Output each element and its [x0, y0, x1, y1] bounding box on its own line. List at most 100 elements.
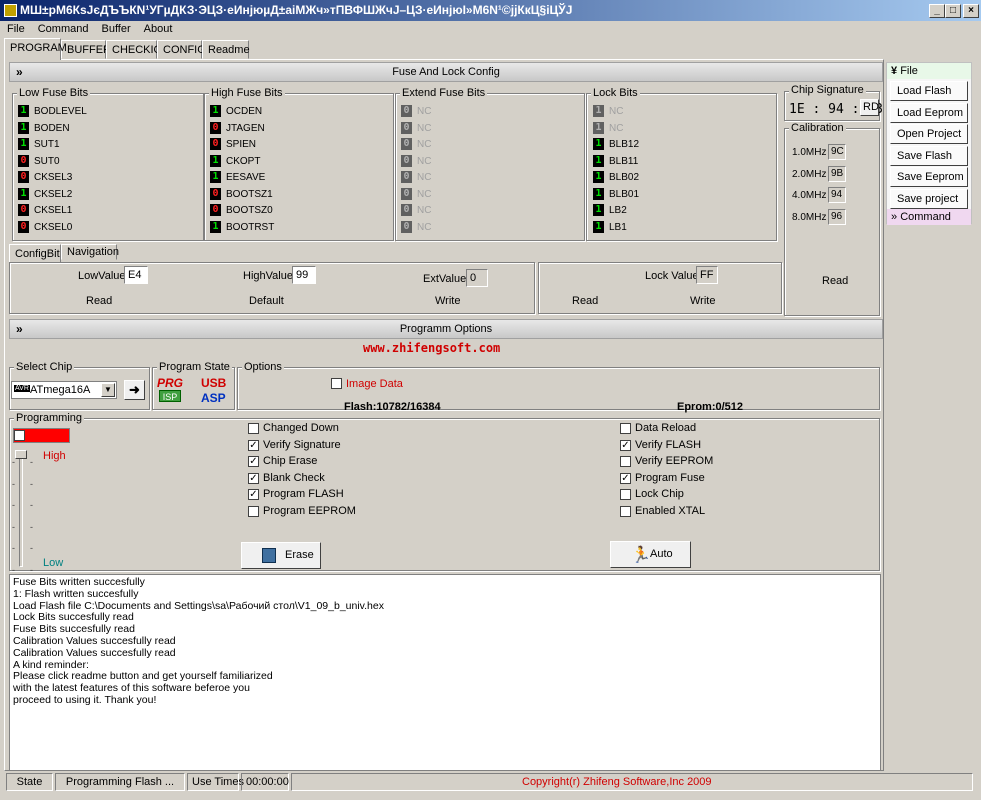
- fuse-bit-toggle[interactable]: 0: [210, 187, 221, 200]
- tab-navigation[interactable]: Navigation: [61, 244, 119, 260]
- fuse-bit-toggle[interactable]: 1: [593, 220, 604, 233]
- fuse-bit-toggle[interactable]: 0: [401, 220, 412, 233]
- fuse-bit-toggle[interactable]: 0: [18, 204, 29, 216]
- tab-readme[interactable]: Readme: [202, 40, 250, 59]
- fuse-bit-toggle[interactable]: 1: [18, 187, 29, 200]
- menu-command[interactable]: Command: [31, 21, 95, 35]
- fuse-bit-toggle[interactable]: 0: [401, 187, 412, 200]
- fuse-bit-toggle[interactable]: 0: [401, 138, 412, 150]
- minimize-button[interactable]: _: [929, 4, 945, 18]
- fuse-bit-toggle[interactable]: 0: [18, 220, 29, 233]
- fuse-bit-toggle[interactable]: 0: [18, 154, 29, 167]
- calibration-value[interactable]: 9B: [828, 165, 846, 182]
- sidebar-button[interactable]: Save project: [890, 188, 968, 209]
- tab-configbit[interactable]: ConfigBit: [9, 244, 61, 262]
- sidebar-button[interactable]: Save Flash: [890, 145, 968, 166]
- sidebar-button[interactable]: Save Eeprom: [890, 167, 968, 187]
- fuse-bit-toggle[interactable]: 0: [210, 121, 221, 134]
- option-checkbox[interactable]: ✓: [620, 439, 631, 451]
- speed-slider-handle[interactable]: [15, 450, 27, 459]
- tab-checkio[interactable]: CHECKIO: [106, 40, 162, 59]
- low-value-field[interactable]: E4: [124, 266, 148, 284]
- fuse-bit-toggle[interactable]: 1: [593, 171, 604, 183]
- fuse-bit-toggle[interactable]: 0: [401, 105, 412, 117]
- calibration-read-button[interactable]: Read: [822, 275, 848, 287]
- fuse-bit-toggle[interactable]: 1: [18, 105, 29, 117]
- fuse-bit-toggle[interactable]: 0: [401, 121, 412, 134]
- fuse-bit-toggle[interactable]: 1: [593, 121, 604, 134]
- option-checkbox[interactable]: [620, 423, 631, 434]
- high-value-field[interactable]: 99: [292, 266, 316, 284]
- website-link[interactable]: www.zhifengsoft.com: [363, 341, 500, 355]
- fuse-bit-toggle[interactable]: 0: [210, 204, 221, 216]
- lock-read-button[interactable]: Read: [572, 295, 598, 307]
- chip-select[interactable]: AVR ATmega16A ▼: [11, 381, 117, 399]
- fuse-bit-toggle[interactable]: 0: [210, 138, 221, 150]
- calibration-title: Calibration: [789, 122, 846, 134]
- option-checkbox[interactable]: [620, 456, 631, 468]
- option-checkbox[interactable]: ✓: [248, 489, 259, 501]
- fuse-bit-toggle[interactable]: 1: [593, 204, 604, 216]
- sidebar-button[interactable]: Load Eeprom: [890, 102, 968, 123]
- image-data-checkbox[interactable]: [331, 378, 342, 389]
- fuse-bit-toggle[interactable]: 1: [593, 138, 604, 150]
- close-button[interactable]: ×: [963, 4, 979, 18]
- high-fuse-title: High Fuse Bits: [209, 87, 285, 99]
- option-checkbox[interactable]: ✓: [248, 439, 259, 451]
- option-checkbox[interactable]: ✓: [248, 472, 259, 484]
- chevron-down-icon[interactable]: ▼: [101, 383, 115, 397]
- sidebar-command-header[interactable]: » Command: [887, 209, 971, 225]
- fuse-panel-header[interactable]: » Fuse And Lock Config: [9, 62, 883, 82]
- fuse-bit-toggle[interactable]: 1: [593, 105, 604, 117]
- calibration-value[interactable]: 94: [828, 187, 846, 203]
- menu-about[interactable]: About: [137, 21, 179, 35]
- progress-checkbox[interactable]: [14, 430, 25, 441]
- calibration-value[interactable]: 9C: [828, 144, 846, 160]
- fuse-bit-toggle[interactable]: 0: [401, 154, 412, 167]
- maximize-button[interactable]: □: [945, 4, 961, 18]
- option-checkbox[interactable]: [620, 489, 631, 501]
- tab-buffer[interactable]: BUFFER: [61, 40, 111, 59]
- sidebar-button[interactable]: Load Flash: [890, 81, 968, 101]
- fuse-default-button[interactable]: Default: [249, 295, 284, 307]
- chevron-down-icon[interactable]: »: [16, 320, 23, 338]
- sidebar-file-header[interactable]: ¥ File: [887, 63, 971, 79]
- read-signature-button[interactable]: RD: [860, 99, 879, 116]
- menu-buffer[interactable]: Buffer: [94, 21, 136, 35]
- tab-config[interactable]: CONFIG: [157, 40, 206, 59]
- ext-value-field[interactable]: 0: [466, 269, 488, 287]
- fuse-bit-toggle[interactable]: 1: [18, 138, 29, 150]
- erase-button[interactable]: Erase: [241, 542, 321, 569]
- calibration-freq: 4.0MHz: [792, 190, 827, 201]
- calibration-value[interactable]: 96: [828, 208, 846, 225]
- fuse-bit-toggle[interactable]: 1: [210, 171, 221, 183]
- fuse-bit-toggle[interactable]: 0: [401, 204, 412, 216]
- tab-program[interactable]: PROGRAM: [4, 38, 67, 60]
- arrow-right-icon[interactable]: ➜: [124, 380, 145, 400]
- auto-button[interactable]: 🏃 Auto: [610, 541, 691, 568]
- option-checkbox[interactable]: [248, 506, 259, 517]
- option-checkbox[interactable]: [248, 423, 259, 434]
- fuse-bit-toggle[interactable]: 1: [593, 154, 604, 167]
- chevron-down-icon[interactable]: »: [16, 63, 23, 81]
- fuse-bit-toggle[interactable]: 0: [401, 171, 412, 183]
- erase-label: Erase: [285, 549, 314, 561]
- fuse-write-button[interactable]: Write: [435, 295, 460, 307]
- option-checkbox[interactable]: ✓: [248, 456, 259, 468]
- chevron-right-icon: »: [891, 211, 901, 223]
- fuse-bit-toggle[interactable]: 1: [210, 154, 221, 167]
- option-checkbox[interactable]: [620, 506, 631, 517]
- lock-value-field[interactable]: FF: [696, 266, 718, 284]
- log-output[interactable]: Fuse Bits written succesfully 1: Flash wr…: [9, 574, 881, 771]
- menu-file[interactable]: File: [0, 21, 31, 35]
- fuse-bit-toggle[interactable]: 1: [210, 105, 221, 117]
- program-options-header[interactable]: » Programm Options: [9, 319, 883, 339]
- option-checkbox[interactable]: ✓: [620, 472, 631, 484]
- fuse-bit-toggle[interactable]: 1: [210, 220, 221, 233]
- fuse-bit-toggle[interactable]: 0: [18, 171, 29, 183]
- fuse-bit-toggle[interactable]: 1: [593, 187, 604, 200]
- fuse-read-button[interactable]: Read: [86, 295, 112, 307]
- sidebar-button[interactable]: Open Project: [890, 124, 968, 144]
- fuse-bit-toggle[interactable]: 1: [18, 121, 29, 134]
- lock-write-button[interactable]: Write: [690, 295, 715, 307]
